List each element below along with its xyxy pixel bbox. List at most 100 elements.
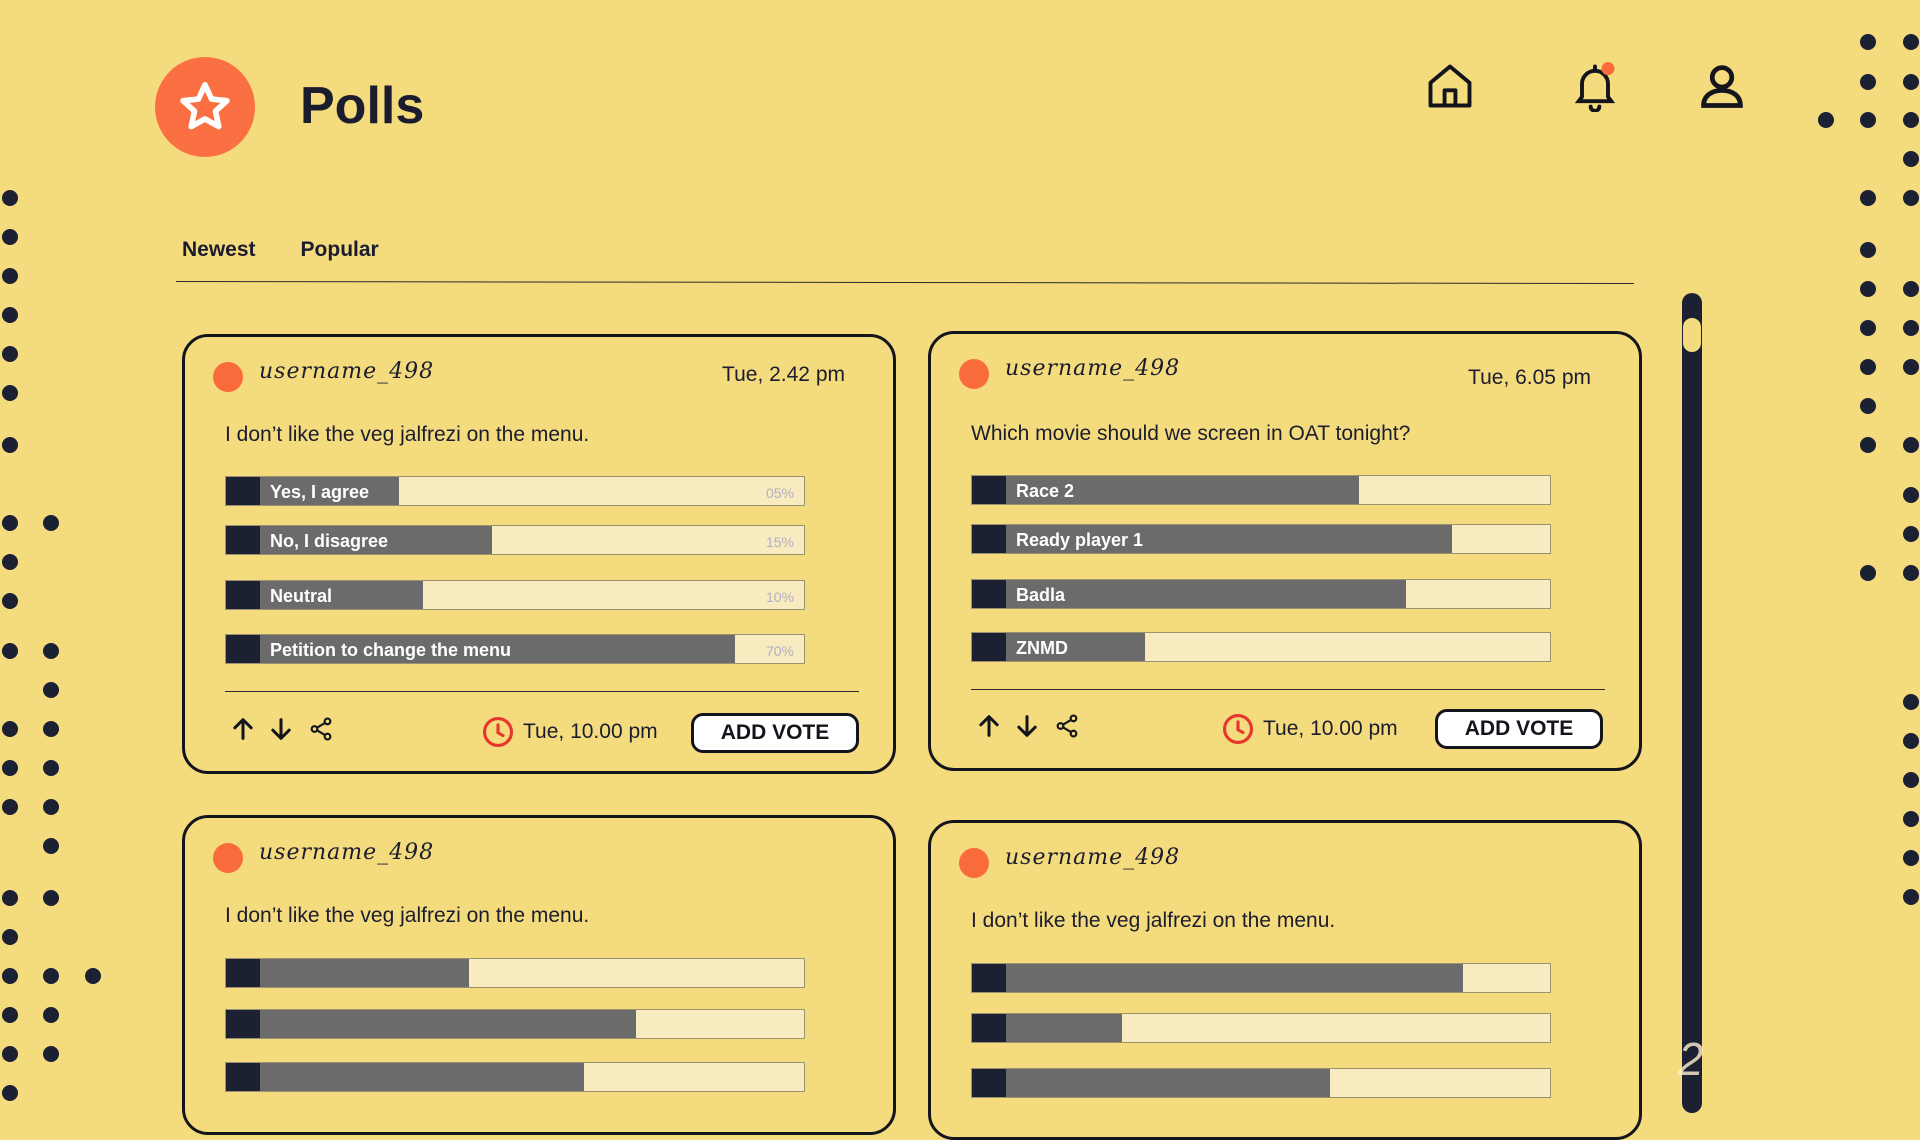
add-vote-button[interactable]: ADD VOTE <box>1435 709 1603 749</box>
decor-dot <box>2 1085 18 1101</box>
poll-option[interactable]: Petition to change the menu 70% <box>225 634 805 664</box>
poll-username: username_498 <box>259 359 435 384</box>
share-icon <box>1056 714 1078 738</box>
option-label: ZNMD <box>1016 638 1068 658</box>
option-percent: 15% <box>765 534 794 550</box>
poll-option[interactable] <box>225 1062 805 1092</box>
decor-dot <box>2 437 18 453</box>
decor-dot <box>43 1007 59 1023</box>
option-marker <box>972 580 1006 608</box>
poll-option[interactable] <box>225 1009 805 1039</box>
poll-card: username_498 I don’t like the veg jalfre… <box>182 815 896 1135</box>
poll-option[interactable] <box>971 1013 1551 1043</box>
card-divider <box>225 691 859 692</box>
home-icon <box>1428 64 1472 108</box>
decor-dot <box>2 1046 18 1062</box>
poll-option[interactable]: ZNMD <box>971 632 1551 662</box>
poll-option[interactable]: Badla <box>971 579 1551 609</box>
clock-icon <box>1222 713 1254 745</box>
poll-option[interactable]: Yes, I agree 05% <box>225 476 805 506</box>
notifications-button[interactable] <box>1565 56 1625 116</box>
avatar <box>213 362 243 392</box>
scroll-thumb[interactable] <box>1683 318 1701 352</box>
arrow-up-icon <box>979 715 999 737</box>
decor-dot <box>2 968 18 984</box>
poll-option[interactable] <box>225 958 805 988</box>
poll-option[interactable]: Race 2 <box>971 475 1551 505</box>
tab-popular[interactable]: Popular <box>301 238 379 262</box>
decor-dot <box>2 190 18 206</box>
scrollbar[interactable] <box>1682 293 1702 1113</box>
decor-dot <box>1903 151 1919 167</box>
star-icon <box>180 82 230 130</box>
option-fill-bar <box>972 1069 1331 1097</box>
decor-dot <box>2 643 18 659</box>
decor-dot <box>2 1007 18 1023</box>
poll-option[interactable] <box>971 1068 1551 1098</box>
poll-question: I don’t like the veg jalfrezi on the men… <box>225 904 590 927</box>
poll-option[interactable]: Neutral 10% <box>225 580 805 610</box>
option-marker <box>972 633 1006 661</box>
option-fill-bar <box>226 1063 585 1091</box>
poll-username: username_498 <box>1005 845 1181 870</box>
decor-dot <box>43 643 59 659</box>
decor-dot <box>43 838 59 854</box>
tab-bar: Newest Popular <box>182 238 379 262</box>
profile-button[interactable] <box>1692 56 1752 116</box>
deadline-text: Tue, 10.00 pm <box>1263 717 1398 740</box>
arrow-down-icon <box>1017 715 1037 737</box>
upvote-button[interactable] <box>227 713 259 745</box>
decor-dot <box>85 968 101 984</box>
option-marker <box>226 477 260 505</box>
poll-username: username_498 <box>1005 356 1181 381</box>
poll-question: I don’t like the veg jalfrezi on the men… <box>225 423 590 446</box>
option-fill-bar <box>226 959 469 987</box>
downvote-button[interactable] <box>265 713 297 745</box>
decor-dot <box>1860 359 1876 375</box>
option-label: Badla <box>1016 585 1066 605</box>
decor-dot <box>1903 772 1919 788</box>
share-button[interactable] <box>305 713 337 745</box>
option-label: No, I disagree <box>270 531 389 551</box>
decor-dot <box>2 268 18 284</box>
decor-dot <box>1860 565 1876 581</box>
logo[interactable] <box>155 57 255 157</box>
decor-dot <box>1860 242 1876 258</box>
decor-dot <box>2 385 18 401</box>
decor-dot <box>1818 112 1834 128</box>
downvote-button[interactable] <box>1011 710 1043 742</box>
option-marker <box>226 526 260 554</box>
card-divider <box>971 689 1605 690</box>
poll-option[interactable]: Ready player 1 <box>971 524 1551 554</box>
user-icon <box>1701 65 1743 108</box>
poll-deadline: Tue, 10.00 pm <box>1221 712 1398 746</box>
option-fill-bar <box>972 964 1464 992</box>
poll-option[interactable] <box>971 963 1551 993</box>
option-marker <box>972 1014 1006 1042</box>
decor-dot <box>2 799 18 815</box>
decor-dot <box>1903 359 1919 375</box>
decor-dot <box>43 682 59 698</box>
poll-deadline: Tue, 10.00 pm <box>481 715 658 749</box>
share-button[interactable] <box>1051 710 1083 742</box>
upvote-button[interactable] <box>973 710 1005 742</box>
decor-dot <box>1903 34 1919 50</box>
decor-dot <box>1903 281 1919 297</box>
decor-dot <box>1903 694 1919 710</box>
home-button[interactable] <box>1420 56 1480 116</box>
decor-dot <box>2 554 18 570</box>
decor-dot <box>1860 437 1876 453</box>
add-vote-button[interactable]: ADD VOTE <box>691 713 859 753</box>
poll-option[interactable]: No, I disagree 15% <box>225 525 805 555</box>
avatar <box>959 848 989 878</box>
decor-dot <box>43 890 59 906</box>
tab-newest[interactable]: Newest <box>182 238 256 262</box>
option-label: Neutral <box>270 586 333 606</box>
decor-dot <box>2 929 18 945</box>
deadline-text: Tue, 10.00 pm <box>523 720 658 743</box>
decor-dot <box>1860 281 1876 297</box>
option-marker <box>972 525 1006 553</box>
tabs-divider <box>176 280 1635 285</box>
bell-icon <box>1574 62 1616 112</box>
decor-dot <box>1860 398 1876 414</box>
